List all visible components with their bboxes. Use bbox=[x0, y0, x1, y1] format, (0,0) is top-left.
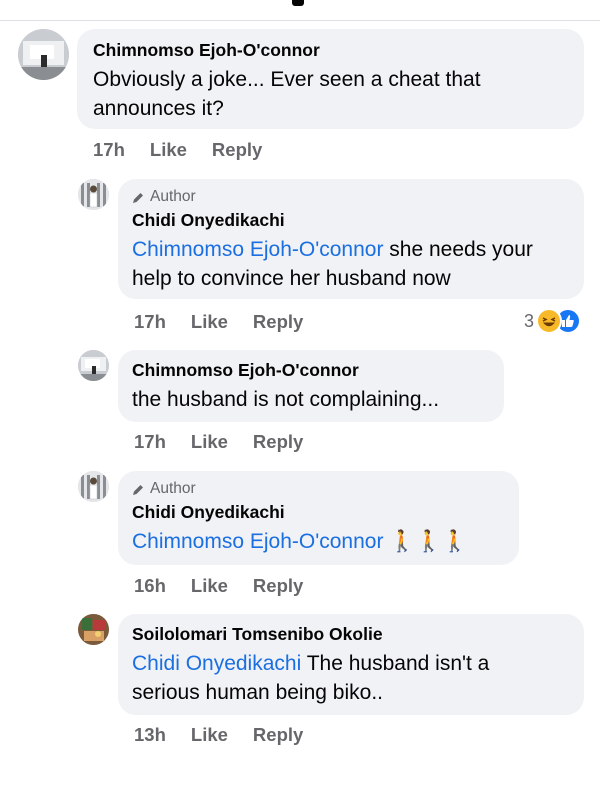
reply-button[interactable]: Reply bbox=[212, 139, 262, 161]
reply-button[interactable]: Reply bbox=[253, 575, 303, 597]
comment-text: Chimnomso Ejoh-O'connor she needs your h… bbox=[132, 235, 572, 293]
avatar-photo bbox=[78, 350, 109, 381]
like-button[interactable]: Like bbox=[150, 139, 187, 161]
comment-actions: 17h Like Reply bbox=[93, 139, 262, 161]
header-fragment bbox=[292, 0, 304, 6]
like-button[interactable]: Like bbox=[191, 311, 228, 333]
author-badge: Author bbox=[132, 480, 505, 498]
comment-text: Chimnomso Ejoh-O'connor 🚶🚶🚶 bbox=[132, 527, 505, 556]
comment-actions: 13h Like Reply bbox=[134, 724, 303, 746]
reply-button[interactable]: Reply bbox=[253, 431, 303, 453]
avatar-photo bbox=[78, 471, 109, 502]
comment-text: the husband is not complaining... bbox=[132, 388, 440, 411]
mention-link[interactable]: Chimnomso Ejoh-O'connor bbox=[132, 530, 383, 553]
comment-time[interactable]: 17h bbox=[134, 431, 166, 453]
comment-bubble: Author Chidi Onyedikachi Chimnomso Ejoh-… bbox=[118, 471, 519, 565]
mention-link[interactable]: Chimnomso Ejoh-O'connor bbox=[132, 238, 383, 261]
mention-link[interactable]: Chidi Onyedikachi bbox=[132, 652, 301, 675]
comment-text: Obviously a joke... Ever seen a cheat th… bbox=[93, 68, 481, 120]
reply-button[interactable]: Reply bbox=[253, 311, 303, 333]
like-button[interactable]: Like bbox=[191, 575, 228, 597]
comment-actions: 17h Like Reply bbox=[134, 311, 303, 333]
author-badge: Author bbox=[132, 188, 570, 206]
reply-button[interactable]: Reply bbox=[253, 724, 303, 746]
avatar-photo bbox=[18, 29, 69, 80]
commenter-name[interactable]: Chidi Onyedikachi bbox=[132, 501, 505, 523]
commenter-name[interactable]: Chimnomso Ejoh-O'connor bbox=[132, 359, 490, 381]
commenter-name[interactable]: Chidi Onyedikachi bbox=[132, 209, 570, 231]
reaction-summary[interactable]: 3 bbox=[524, 308, 582, 334]
avatar-photo bbox=[78, 614, 109, 645]
avatar-photo bbox=[78, 179, 109, 210]
avatar[interactable] bbox=[78, 179, 109, 210]
comment-bubble: Author Chidi Onyedikachi Chimnomso Ejoh-… bbox=[118, 179, 584, 299]
avatar[interactable] bbox=[78, 350, 109, 381]
avatar[interactable] bbox=[78, 614, 109, 645]
comment-bubble: Chimnomso Ejoh-O'connor the husband is n… bbox=[118, 350, 504, 422]
top-bar-edge bbox=[0, 0, 600, 21]
commenter-name[interactable]: Soilolomari Tomsenibo Okolie bbox=[132, 623, 570, 645]
comment-actions: 16h Like Reply bbox=[134, 575, 303, 597]
comment-actions: 17h Like Reply bbox=[134, 431, 303, 453]
haha-reaction-icon bbox=[536, 308, 563, 334]
like-button[interactable]: Like bbox=[191, 431, 228, 453]
author-label: Author bbox=[150, 188, 196, 205]
walking-person-emojis: 🚶🚶🚶 bbox=[389, 530, 468, 553]
comment-bubble: Soilolomari Tomsenibo Okolie Chidi Onyed… bbox=[118, 614, 584, 715]
comment-time[interactable]: 17h bbox=[134, 311, 166, 333]
author-label: Author bbox=[150, 480, 196, 497]
commenter-name[interactable]: Chimnomso Ejoh-O'connor bbox=[93, 39, 568, 61]
comment-time[interactable]: 16h bbox=[134, 575, 166, 597]
reaction-count: 3 bbox=[524, 310, 535, 331]
like-button[interactable]: Like bbox=[191, 724, 228, 746]
comment-time[interactable]: 17h bbox=[93, 139, 125, 161]
avatar[interactable] bbox=[18, 29, 69, 80]
avatar[interactable] bbox=[78, 471, 109, 502]
pencil-icon bbox=[133, 192, 143, 203]
comment-bubble: Chimnomso Ejoh-O'connor Obviously a joke… bbox=[77, 29, 584, 129]
haha-face-icon bbox=[542, 317, 556, 327]
comment-time[interactable]: 13h bbox=[134, 724, 166, 746]
pencil-icon bbox=[133, 484, 143, 495]
comment-text: Chidi Onyedikachi The husband isn't a se… bbox=[132, 649, 562, 707]
